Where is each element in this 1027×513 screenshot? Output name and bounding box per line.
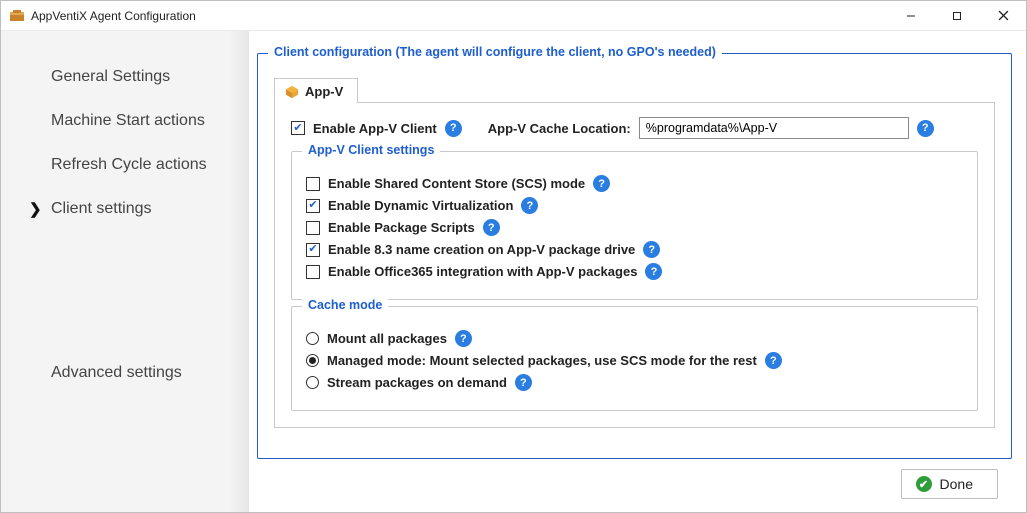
option-label: Enable Package Scripts	[328, 220, 475, 235]
cache-location-label: App-V Cache Location:	[488, 121, 631, 136]
help-icon[interactable]: ?	[917, 120, 934, 137]
window-title: AppVentiX Agent Configuration	[31, 9, 888, 23]
help-icon[interactable]: ?	[593, 175, 610, 192]
help-icon[interactable]: ?	[765, 352, 782, 369]
checkbox-package-scripts[interactable]: ✔	[306, 221, 320, 235]
main-panel: Client configuration (The agent will con…	[249, 31, 1026, 512]
radio-mount-all[interactable]	[306, 332, 319, 345]
check-circle-icon: ✔	[916, 476, 932, 492]
option-label: Mount all packages	[327, 331, 447, 346]
sidebar-item-machine-start-actions[interactable]: Machine Start actions	[1, 99, 249, 143]
tab-panel: ✔ Enable App-V Client ? App-V Cache Loca…	[274, 102, 995, 428]
maximize-button[interactable]	[934, 1, 980, 30]
sidebar-item-label: General Settings	[51, 68, 170, 86]
sidebar-item-refresh-cycle-actions[interactable]: Refresh Cycle actions	[1, 143, 249, 187]
group-title: Cache mode	[302, 298, 388, 312]
cache-mode-group: Cache mode Mount all packages? Managed m…	[291, 306, 978, 411]
done-button[interactable]: ✔ Done	[901, 469, 998, 499]
sidebar-item-label: Advanced settings	[51, 364, 182, 382]
caret-icon: ❯	[29, 200, 42, 218]
option-label: Enable Shared Content Store (SCS) mode	[328, 176, 585, 191]
tab-label: App-V	[305, 84, 343, 99]
sidebar-item-client-settings[interactable]: ❯ Client settings	[1, 187, 249, 231]
client-configuration-group: Client configuration (The agent will con…	[257, 53, 1012, 459]
option-label: Enable Office365 integration with App-V …	[328, 264, 637, 279]
window-controls	[888, 1, 1026, 30]
titlebar: AppVentiX Agent Configuration	[1, 1, 1026, 31]
checkbox-scs-mode[interactable]: ✔	[306, 177, 320, 191]
window-body: General Settings Machine Start actions R…	[1, 31, 1026, 512]
enable-row: ✔ Enable App-V Client ? App-V Cache Loca…	[291, 117, 978, 139]
app-icon	[9, 8, 25, 24]
sidebar: General Settings Machine Start actions R…	[1, 31, 249, 512]
done-label: Done	[940, 476, 973, 492]
option-label: Enable Dynamic Virtualization	[328, 198, 513, 213]
help-icon[interactable]: ?	[515, 374, 532, 391]
client-settings-group: App-V Client settings ✔Enable Shared Con…	[291, 151, 978, 300]
radio-managed-mode[interactable]	[306, 354, 319, 367]
sidebar-item-label: Machine Start actions	[51, 112, 205, 130]
sidebar-item-label: Refresh Cycle actions	[51, 156, 207, 174]
option-label: Stream packages on demand	[327, 375, 507, 390]
group-title: Client configuration (The agent will con…	[268, 45, 722, 59]
close-button[interactable]	[980, 1, 1026, 30]
checkbox-83-name-creation[interactable]: ✔	[306, 243, 320, 257]
help-icon[interactable]: ?	[643, 241, 660, 258]
app-window: AppVentiX Agent Configuration General Se…	[0, 0, 1027, 513]
footer: ✔ Done	[257, 459, 1012, 502]
help-icon[interactable]: ?	[455, 330, 472, 347]
cache-location-input[interactable]	[639, 117, 909, 139]
sidebar-item-advanced-settings[interactable]: Advanced settings	[1, 351, 249, 395]
sidebar-item-label: Client settings	[51, 200, 152, 218]
checkbox-office365-integration[interactable]: ✔	[306, 265, 320, 279]
enable-appv-checkbox[interactable]: ✔	[291, 121, 305, 135]
package-icon	[285, 85, 299, 99]
minimize-button[interactable]	[888, 1, 934, 30]
group-title: App-V Client settings	[302, 143, 440, 157]
help-icon[interactable]: ?	[445, 120, 462, 137]
radio-stream-on-demand[interactable]	[306, 376, 319, 389]
option-label: Enable 8.3 name creation on App-V packag…	[328, 242, 635, 257]
enable-appv-label: Enable App-V Client	[313, 121, 437, 136]
help-icon[interactable]: ?	[521, 197, 538, 214]
help-icon[interactable]: ?	[645, 263, 662, 280]
checkbox-dynamic-virtualization[interactable]: ✔	[306, 199, 320, 213]
help-icon[interactable]: ?	[483, 219, 500, 236]
tab-bar: App-V	[274, 78, 995, 103]
tab-app-v[interactable]: App-V	[274, 78, 358, 103]
sidebar-item-general-settings[interactable]: General Settings	[1, 55, 249, 99]
option-label: Managed mode: Mount selected packages, u…	[327, 353, 757, 368]
